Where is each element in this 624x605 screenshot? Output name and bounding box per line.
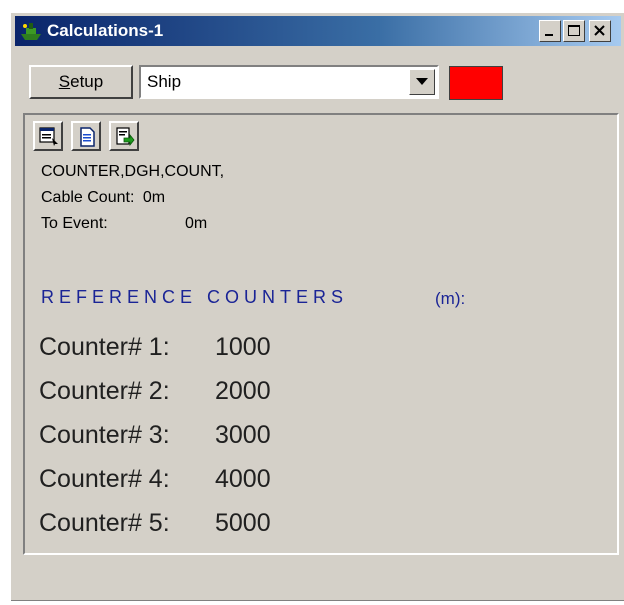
cable-count-label: Cable Count: [41,189,135,206]
counter-row-4: Counter# 4: 4000 [39,465,271,494]
counter-row-2: Counter# 2: 2000 [39,377,271,406]
reference-counters-unit: (m): [435,289,466,308]
calculations-window: Calculations-1 Setup Ship COUNTER,DGH,CO… [10,12,624,601]
to-event-value: 0m [185,215,208,232]
counter-value: 2000 [215,377,271,405]
source-info: COUNTER,DGH,COUNT, [41,163,225,180]
counter-row-1: Counter# 1: 1000 [39,333,271,362]
close-icon [594,25,605,36]
counter-value: 5000 [215,509,271,537]
maximize-icon [568,25,580,36]
maximize-button[interactable] [563,20,585,42]
window-title: Calculations-1 [47,21,164,40]
document-button[interactable] [71,121,101,151]
counter-label: Counter# 3: [39,421,170,449]
vessel-select-dropdown-button[interactable] [409,69,435,95]
setup-mnemonic: S [58,72,71,91]
minimize-icon [545,34,553,36]
export-button[interactable] [109,121,139,151]
status-indicator [449,66,503,100]
counter-label: Counter# 4: [39,465,170,493]
counter-label: Counter# 2: [39,377,170,405]
counter-row-3: Counter# 3: 3000 [39,421,271,450]
counter-row-5: Counter# 5: 5000 [39,509,271,538]
to-event-row: To Event: 0m [41,215,207,233]
minimize-button[interactable] [539,20,561,42]
window-settings-button[interactable] [33,121,63,151]
counter-label: Counter# 5: [39,509,170,537]
calculations-panel: COUNTER,DGH,COUNT, Cable Count: 0m To Ev… [23,113,619,555]
close-button[interactable] [589,20,611,42]
setup-button[interactable]: Setup [29,65,133,99]
counter-label: Counter# 1: [39,333,170,361]
setup-label: etup [70,72,104,91]
export-icon [116,127,135,147]
counter-value: 3000 [215,421,271,449]
counter-value: 1000 [215,333,271,361]
counter-value: 4000 [215,465,271,493]
window-settings-icon [39,127,58,146]
ship-icon [19,20,43,42]
cable-count-value: 0m [142,189,166,206]
cable-count-row: Cable Count: 0m [41,189,165,207]
to-event-label: To Event: [41,215,108,232]
title-bar[interactable]: Calculations-1 [15,16,621,46]
vessel-select-value: Ship [147,72,182,91]
reference-counters-heading: REFERENCE COUNTERS [41,287,349,307]
vessel-select[interactable]: Ship [139,65,439,99]
document-icon [80,127,95,147]
chevron-down-icon [416,78,428,85]
